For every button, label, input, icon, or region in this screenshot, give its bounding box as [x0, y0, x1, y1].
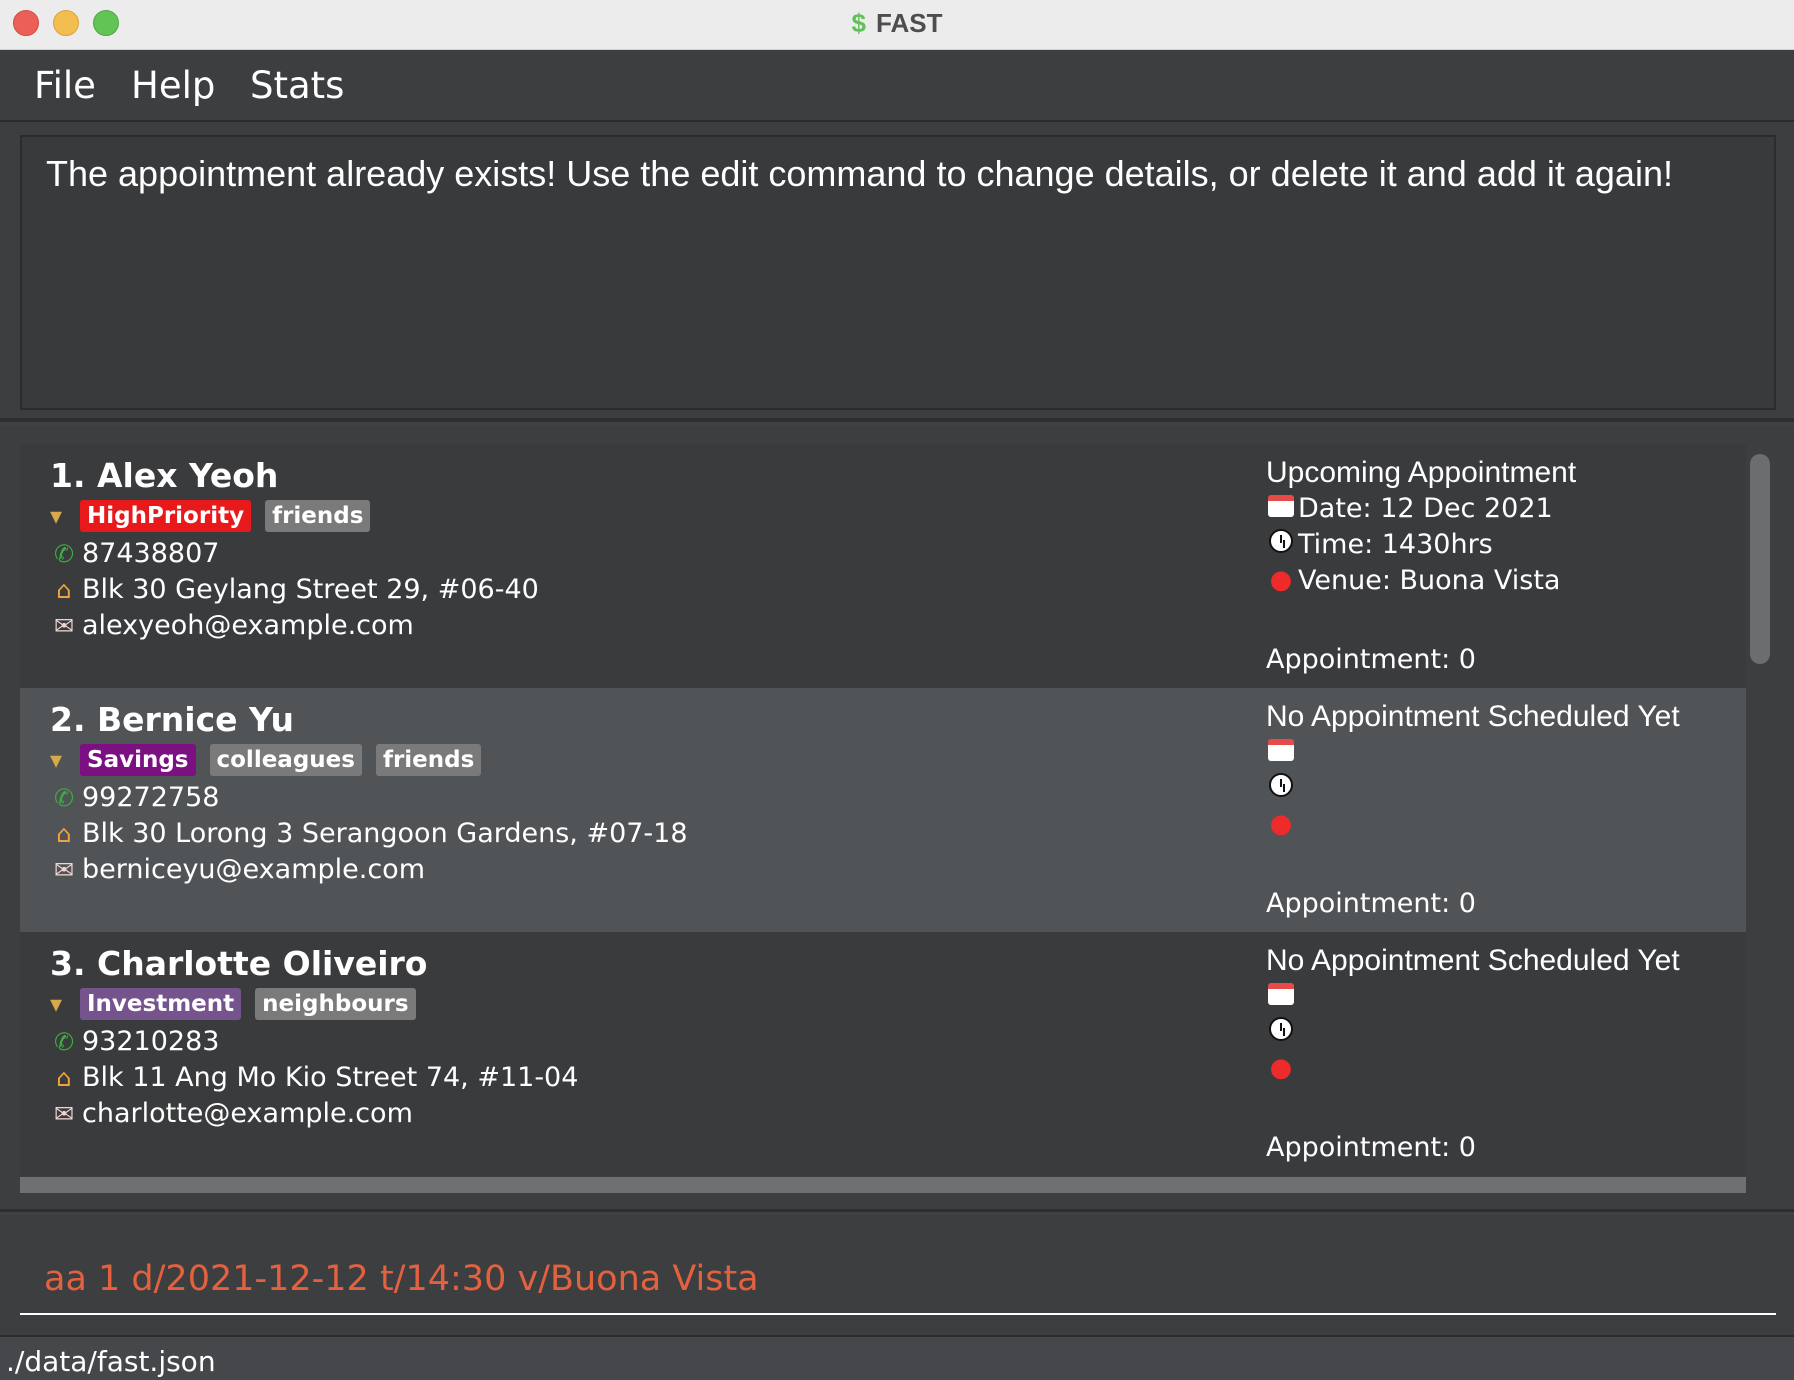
appointment-venue-line: ● Venue: Buona Vista — [1266, 562, 1576, 598]
phone-number: 99272758 — [82, 782, 220, 813]
calendar-icon — [1266, 737, 1296, 768]
appointment-title: No Appointment Scheduled Yet — [1266, 700, 1680, 733]
appointment-block: Upcoming Appointment Date: 12 Dec 2021 T… — [1266, 456, 1576, 598]
tag: Savings — [80, 744, 196, 776]
mail-icon: ✉ — [53, 611, 75, 640]
tag-list: ▾ HighPriority friends — [50, 498, 384, 534]
appointment-time-line — [1266, 770, 1680, 806]
tag-list: ▾ Savings colleagues friends — [50, 742, 495, 778]
phone-icon: ✆ — [53, 1027, 75, 1056]
menu-file[interactable]: File — [34, 64, 96, 107]
email: charlotte@example.com — [82, 1098, 413, 1129]
email: berniceyu@example.com — [82, 854, 425, 885]
email-line: ✉ alexyeoh@example.com — [50, 610, 414, 641]
phone-number: 93210283 — [82, 1026, 220, 1057]
dollar-icon: $ — [851, 8, 866, 38]
calendar-icon — [1266, 981, 1296, 1012]
tag: friends — [265, 500, 371, 532]
appointment-count: Appointment: 0 — [1266, 1132, 1476, 1163]
address: Blk 30 Lorong 3 Serangoon Gardens, #07-1… — [82, 818, 688, 849]
save-file-path: ./data/fast.json — [6, 1345, 216, 1378]
appointment-block: No Appointment Scheduled Yet ● — [1266, 944, 1680, 1086]
tag-icon: ▾ — [50, 502, 63, 530]
mail-icon: ✉ — [53, 855, 75, 884]
appointment-count: Appointment: 0 — [1266, 888, 1476, 919]
appointment-date-line: Date: 12 Dec 2021 — [1266, 490, 1576, 526]
command-input[interactable] — [20, 1245, 1776, 1315]
location-pin-icon: ● — [1269, 565, 1293, 595]
menu-help[interactable]: Help — [131, 64, 215, 107]
tag: neighbours — [255, 988, 416, 1020]
window-title: $ FAST — [0, 8, 1794, 39]
clock-icon — [1266, 772, 1296, 804]
appointment-date-line — [1266, 734, 1680, 770]
calendar-icon — [1266, 493, 1296, 524]
next-card-edge — [20, 1177, 1746, 1193]
person-card[interactable]: 3. Charlotte Oliveiro ▾ Investment neigh… — [20, 932, 1746, 1176]
appointment-venue-line: ● — [1266, 806, 1680, 842]
command-box — [0, 1215, 1794, 1335]
appointment-date: Date: 12 Dec 2021 — [1298, 492, 1553, 524]
location-pin-icon: ● — [1269, 809, 1293, 839]
appointment-count: Appointment: 0 — [1266, 644, 1476, 675]
phone-line: ✆ 93210283 — [50, 1026, 220, 1057]
address-line: ⌂ Blk 30 Geylang Street 29, #06-40 — [50, 574, 539, 605]
email-line: ✉ berniceyu@example.com — [50, 854, 425, 885]
result-display-panel: The appointment already exists! Use the … — [0, 122, 1794, 422]
clock-icon — [1266, 528, 1296, 560]
appointment-title: Upcoming Appointment — [1266, 456, 1577, 489]
list-scrollbar[interactable] — [1750, 454, 1770, 664]
tag: friends — [375, 744, 482, 776]
location-pin-icon: ● — [1269, 1053, 1293, 1083]
appointment-time-line: Time: 1430hrs — [1266, 526, 1576, 562]
phone-line: ✆ 99272758 — [50, 782, 220, 813]
house-icon: ⌂ — [56, 575, 72, 604]
tag: Investment — [80, 988, 242, 1020]
tag-icon: ▾ — [50, 990, 63, 1018]
tag-list: ▾ Investment neighbours — [50, 986, 430, 1022]
phone-icon: ✆ — [53, 539, 75, 568]
tag-icon: ▾ — [50, 746, 63, 774]
address-line: ⌂ Blk 30 Lorong 3 Serangoon Gardens, #07… — [50, 818, 688, 849]
person-name: 3. Charlotte Oliveiro — [50, 944, 428, 983]
person-card[interactable]: 2. Bernice Yu ▾ Savings colleagues frien… — [20, 688, 1746, 932]
title-bar: $ FAST — [0, 0, 1794, 50]
email: alexyeoh@example.com — [82, 610, 414, 641]
person-name: 1. Alex Yeoh — [50, 456, 279, 495]
appointment-time: Time: 1430hrs — [1298, 528, 1493, 560]
person-name: 2. Bernice Yu — [50, 700, 295, 739]
menu-bar: File Help Stats — [0, 50, 1794, 122]
result-message: The appointment already exists! Use the … — [46, 153, 1673, 194]
tag: colleagues — [209, 744, 362, 776]
mail-icon: ✉ — [53, 1099, 75, 1128]
house-icon: ⌂ — [56, 1063, 72, 1092]
address: Blk 11 Ang Mo Kio Street 74, #11-04 — [82, 1062, 579, 1093]
appointment-block: No Appointment Scheduled Yet ● — [1266, 700, 1680, 842]
person-list[interactable]: 1. Alex Yeoh ▾ HighPriority friends ✆ 87… — [0, 426, 1794, 1212]
phone-line: ✆ 87438807 — [50, 538, 220, 569]
clock-icon — [1266, 1016, 1296, 1048]
menu-stats[interactable]: Stats — [250, 64, 344, 107]
address: Blk 30 Geylang Street 29, #06-40 — [82, 574, 539, 605]
result-display[interactable]: The appointment already exists! Use the … — [20, 135, 1776, 410]
appointment-date-line — [1266, 978, 1680, 1014]
email-line: ✉ charlotte@example.com — [50, 1098, 413, 1129]
status-bar: ./data/fast.json — [0, 1335, 1794, 1380]
address-line: ⌂ Blk 11 Ang Mo Kio Street 74, #11-04 — [50, 1062, 578, 1093]
appointment-venue: Venue: Buona Vista — [1298, 564, 1561, 596]
phone-number: 87438807 — [82, 538, 220, 569]
person-card[interactable]: 1. Alex Yeoh ▾ HighPriority friends ✆ 87… — [20, 444, 1746, 688]
appointment-venue-line: ● — [1266, 1050, 1680, 1086]
phone-icon: ✆ — [53, 783, 75, 812]
appointment-time-line — [1266, 1014, 1680, 1050]
appointment-title: No Appointment Scheduled Yet — [1266, 944, 1680, 977]
window-title-text: FAST — [876, 8, 943, 38]
tag: HighPriority — [80, 500, 252, 532]
house-icon: ⌂ — [56, 819, 72, 848]
